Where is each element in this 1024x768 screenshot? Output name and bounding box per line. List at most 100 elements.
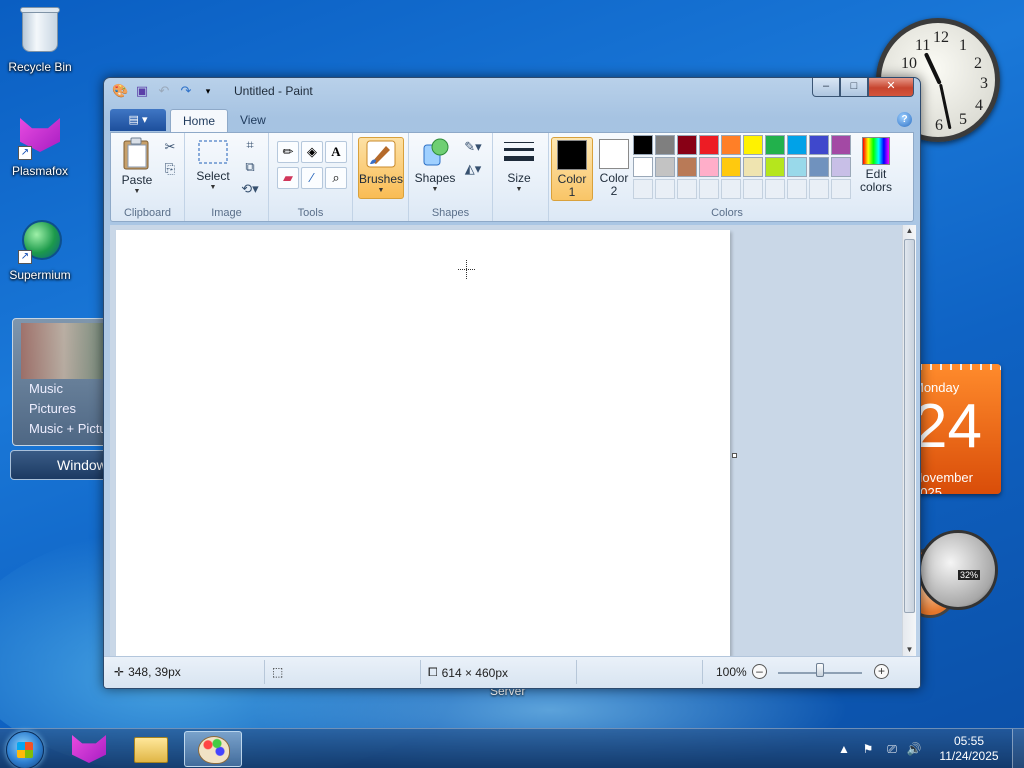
copy-icon[interactable]: ⎘: [159, 159, 181, 179]
volume-icon[interactable]: 🔊: [906, 741, 922, 757]
shapes-icon: [423, 138, 449, 166]
color-picker-icon[interactable]: ⁄: [301, 167, 323, 189]
undo-icon[interactable]: ↶: [156, 83, 172, 99]
custom-color-slot[interactable]: [721, 179, 741, 199]
palette-swatch[interactable]: [721, 157, 741, 177]
zoom-slider-thumb[interactable]: [816, 663, 824, 677]
palette-swatch[interactable]: [787, 157, 807, 177]
vertical-scrollbar[interactable]: ▲ ▼: [902, 225, 916, 656]
select-button[interactable]: Select ▼: [191, 137, 235, 192]
text-tool-icon[interactable]: A: [325, 141, 347, 163]
taskbar-paint[interactable]: [184, 731, 242, 767]
palette-swatch[interactable]: [831, 157, 851, 177]
palette-swatch[interactable]: [787, 135, 807, 155]
show-hidden-icons-icon[interactable]: ▲: [836, 741, 852, 757]
crosshair-cursor: [458, 260, 475, 279]
custom-color-slot[interactable]: [743, 179, 763, 199]
palette-swatch[interactable]: [743, 157, 763, 177]
color1-button[interactable]: Color 1: [551, 137, 593, 201]
redo-icon[interactable]: ↷: [178, 83, 194, 99]
paint-app-icon[interactable]: 🎨: [112, 83, 128, 99]
edit-colors-icon: [862, 137, 890, 165]
minimize-button[interactable]: –: [812, 78, 840, 97]
scroll-up-icon[interactable]: ▲: [903, 225, 916, 237]
desktop-icon-plasmafox[interactable]: ↗ Plasmafox: [0, 112, 80, 178]
size-button[interactable]: Size ▼: [499, 137, 539, 194]
edit-colors-button[interactable]: Edit colors: [853, 137, 899, 194]
help-icon[interactable]: ?: [897, 112, 912, 127]
paint-window[interactable]: 🎨 ▣ ↶ ↷ ▾ Untitled - Paint – □ ✕ ▤ ▾ Hom…: [103, 77, 921, 689]
network-icon[interactable]: ⎚: [884, 741, 900, 757]
crop-icon[interactable]: ⌗: [239, 135, 261, 155]
palette-swatch[interactable]: [655, 135, 675, 155]
resize-icon[interactable]: ⧉: [239, 157, 261, 177]
palette-swatch[interactable]: [721, 135, 741, 155]
cut-icon[interactable]: ✂: [159, 137, 181, 157]
custom-color-slot[interactable]: [655, 179, 675, 199]
canvas-workarea[interactable]: [110, 225, 902, 656]
paste-button[interactable]: Paste ▼: [117, 137, 157, 196]
save-icon[interactable]: ▣: [134, 83, 150, 99]
zoom-out-button[interactable]: –: [752, 664, 767, 679]
supermium-icon: ↗: [16, 216, 64, 264]
palette-swatch[interactable]: [765, 157, 785, 177]
zoom-in-button[interactable]: +: [874, 664, 889, 679]
scroll-down-icon[interactable]: ▼: [903, 644, 916, 656]
desktop-icon-supermium[interactable]: ↗ Supermium: [0, 216, 80, 282]
palette-swatch[interactable]: [809, 135, 829, 155]
plasmafox-icon: ↗: [16, 112, 64, 160]
desktop-icon-recycle-bin[interactable]: Recycle Bin: [0, 6, 80, 74]
custom-color-slot[interactable]: [699, 179, 719, 199]
window-title: Untitled - Paint: [234, 84, 313, 98]
pencil-icon[interactable]: ✏: [277, 141, 299, 163]
custom-color-slot[interactable]: [633, 179, 653, 199]
custom-color-slot[interactable]: [809, 179, 829, 199]
action-center-icon[interactable]: ⚑: [860, 741, 876, 757]
customize-qat-icon[interactable]: ▾: [200, 83, 216, 99]
start-button[interactable]: [6, 731, 44, 768]
color2-swatch: [599, 139, 629, 169]
palette-swatch[interactable]: [677, 157, 697, 177]
palette-swatch[interactable]: [699, 157, 719, 177]
shapes-button[interactable]: Shapes ▼: [413, 137, 457, 194]
outline-icon[interactable]: ✎▾: [459, 137, 487, 157]
palette-swatch[interactable]: [743, 135, 763, 155]
resize-handle-right[interactable]: [732, 453, 737, 458]
close-button[interactable]: ✕: [868, 78, 914, 97]
media-center-button[interactable]: Windows Media Center: [10, 450, 108, 480]
brushes-button[interactable]: Brushes ▼: [358, 137, 404, 199]
custom-color-slot[interactable]: [765, 179, 785, 199]
palette-swatch[interactable]: [831, 135, 851, 155]
tab-home[interactable]: Home: [170, 109, 229, 132]
media-item-music[interactable]: Music: [29, 381, 63, 396]
shape-fill-icon[interactable]: ◭▾: [459, 159, 487, 179]
palette-swatch[interactable]: [633, 135, 653, 155]
title-bar[interactable]: 🎨 ▣ ↶ ↷ ▾ Untitled - Paint – □ ✕: [104, 78, 920, 104]
palette-swatch[interactable]: [655, 157, 675, 177]
taskbar-clock[interactable]: 05:55 11/24/2025: [930, 734, 1008, 764]
palette-swatch[interactable]: [677, 135, 697, 155]
show-desktop-button[interactable]: [1012, 729, 1024, 768]
plasmafox-icon: [72, 735, 106, 763]
palette-swatch[interactable]: [633, 157, 653, 177]
color2-button[interactable]: Color 2: [593, 137, 635, 201]
custom-color-slot[interactable]: [677, 179, 697, 199]
fill-icon[interactable]: ◈: [301, 141, 323, 163]
media-item-pictures[interactable]: Pictures: [29, 401, 76, 416]
drawing-canvas[interactable]: [116, 230, 730, 656]
custom-color-slot[interactable]: [831, 179, 851, 199]
palette-swatch[interactable]: [765, 135, 785, 155]
media-center-panel[interactable]: Music Pictures Music + Pictures: [12, 318, 125, 446]
maximize-button[interactable]: □: [840, 78, 868, 97]
palette-swatch[interactable]: [809, 157, 829, 177]
tab-view[interactable]: View: [228, 109, 278, 132]
eraser-icon[interactable]: ▰: [277, 167, 299, 189]
taskbar-explorer[interactable]: [122, 731, 180, 767]
paint-menu-button[interactable]: ▤ ▾: [110, 109, 166, 131]
magnifier-icon[interactable]: ⌕: [325, 167, 347, 189]
palette-swatch[interactable]: [699, 135, 719, 155]
custom-color-slot[interactable]: [787, 179, 807, 199]
scrollbar-thumb[interactable]: [904, 239, 915, 613]
rotate-icon[interactable]: ⟲▾: [239, 179, 261, 199]
taskbar-plasmafox[interactable]: [60, 731, 118, 767]
